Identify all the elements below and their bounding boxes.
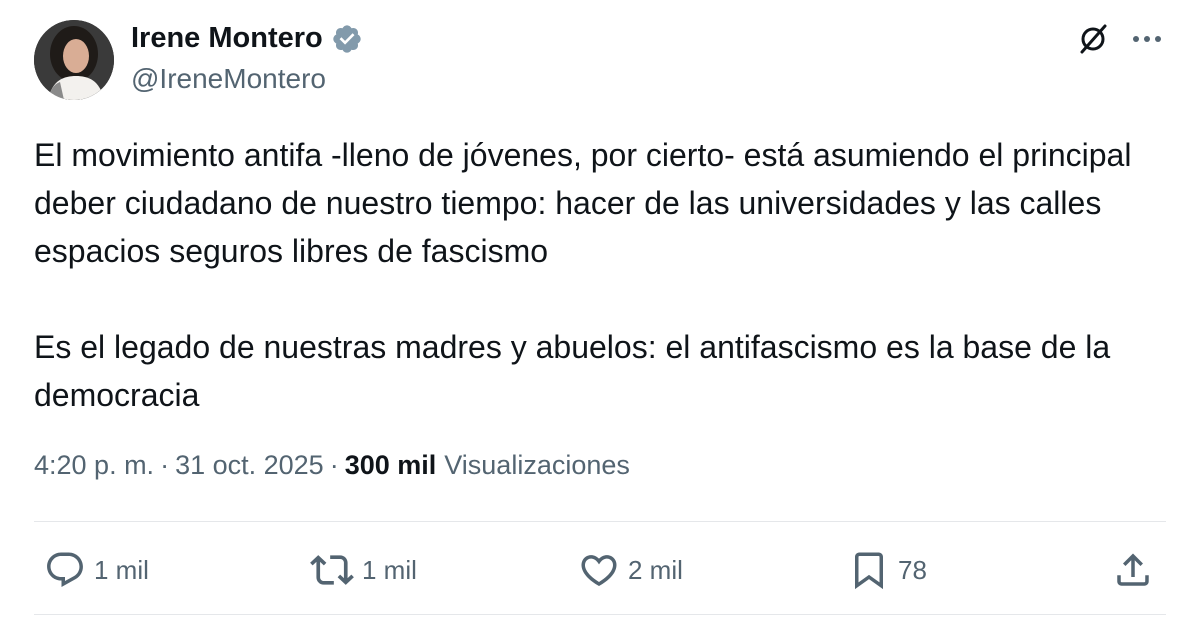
reply-icon xyxy=(44,549,86,591)
repost-button[interactable]: 1 mil xyxy=(310,546,417,594)
bookmark-count: 78 xyxy=(898,554,927,585)
tweet-date[interactable]: 31 oct. 2025 xyxy=(175,450,324,481)
views-count: 300 mil xyxy=(344,450,437,480)
share-icon xyxy=(1112,549,1154,591)
divider xyxy=(34,614,1166,615)
repost-icon xyxy=(310,548,354,592)
author-display-name[interactable]: Irene Montero xyxy=(131,22,323,55)
verified-badge-icon xyxy=(331,23,363,55)
tweet-text: El movimiento antifa -lleno de jóvenes, … xyxy=(34,131,1174,419)
like-count: 2 mil xyxy=(628,554,683,585)
more-icon[interactable] xyxy=(1132,34,1162,44)
author-avatar[interactable] xyxy=(34,20,114,100)
author-handle[interactable]: @IreneMontero xyxy=(131,63,326,95)
meta-separator: · xyxy=(160,450,170,480)
tweet-metadata: 4:20 p. m. · 31 oct. 2025 · 300 mil Visu… xyxy=(34,450,630,481)
tweet-time[interactable]: 4:20 p. m. xyxy=(34,450,154,481)
reply-count: 1 mil xyxy=(94,554,149,585)
share-button[interactable] xyxy=(1112,546,1154,594)
meta-separator: · xyxy=(329,450,339,480)
reply-button[interactable]: 1 mil xyxy=(44,546,149,594)
grok-icon[interactable] xyxy=(1076,22,1110,56)
repost-count: 1 mil xyxy=(362,554,417,585)
like-icon xyxy=(578,549,620,591)
bookmark-icon xyxy=(848,549,890,591)
like-button[interactable]: 2 mil xyxy=(578,546,683,594)
tweet-paragraph: El movimiento antifa -lleno de jóvenes, … xyxy=(34,137,1132,269)
bookmark-button[interactable]: 78 xyxy=(848,546,927,594)
avatar-image xyxy=(34,20,114,100)
views-label: Visualizaciones xyxy=(444,450,630,480)
divider xyxy=(34,521,1166,522)
tweet-paragraph: Es el legado de nuestras madres y abuelo… xyxy=(34,329,1111,413)
tweet-action-bar: 1 mil 1 mil 2 mil 78 xyxy=(0,546,1192,594)
